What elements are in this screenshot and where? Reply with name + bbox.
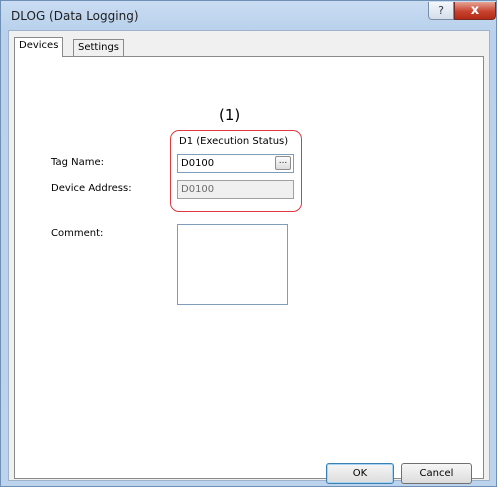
dialog-client-area: Devices Settings (1) D1 (Execution Statu… xyxy=(8,30,490,484)
cancel-button[interactable]: Cancel xyxy=(401,463,472,484)
circle-marker xyxy=(387,104,411,128)
window-title: DLOG (Data Logging) xyxy=(11,9,139,23)
device-address-label: Device Address: xyxy=(51,183,132,194)
dialog-window: DLOG (Data Logging) ? x Devices Settings… xyxy=(0,0,497,487)
section-header: D1 (Execution Status) xyxy=(179,136,289,147)
comment-input[interactable] xyxy=(177,224,288,305)
browse-button[interactable]: ... xyxy=(275,156,291,170)
callout-number: (1) xyxy=(219,106,241,124)
tag-name-label: Tag Name: xyxy=(51,157,104,168)
comment-label: Comment: xyxy=(51,228,104,239)
ok-button[interactable]: OK xyxy=(326,463,394,484)
close-button[interactable]: x xyxy=(454,2,496,20)
device-address-field: D0100 xyxy=(177,180,294,199)
help-button[interactable]: ? xyxy=(428,2,454,20)
title-bar[interactable]: DLOG (Data Logging) ? x xyxy=(1,1,496,31)
tab-devices[interactable]: Devices xyxy=(14,37,64,57)
devices-tab-panel: (1) D1 (Execution Status) Tag Name: D010… xyxy=(14,56,484,479)
tab-settings[interactable]: Settings xyxy=(73,39,125,57)
